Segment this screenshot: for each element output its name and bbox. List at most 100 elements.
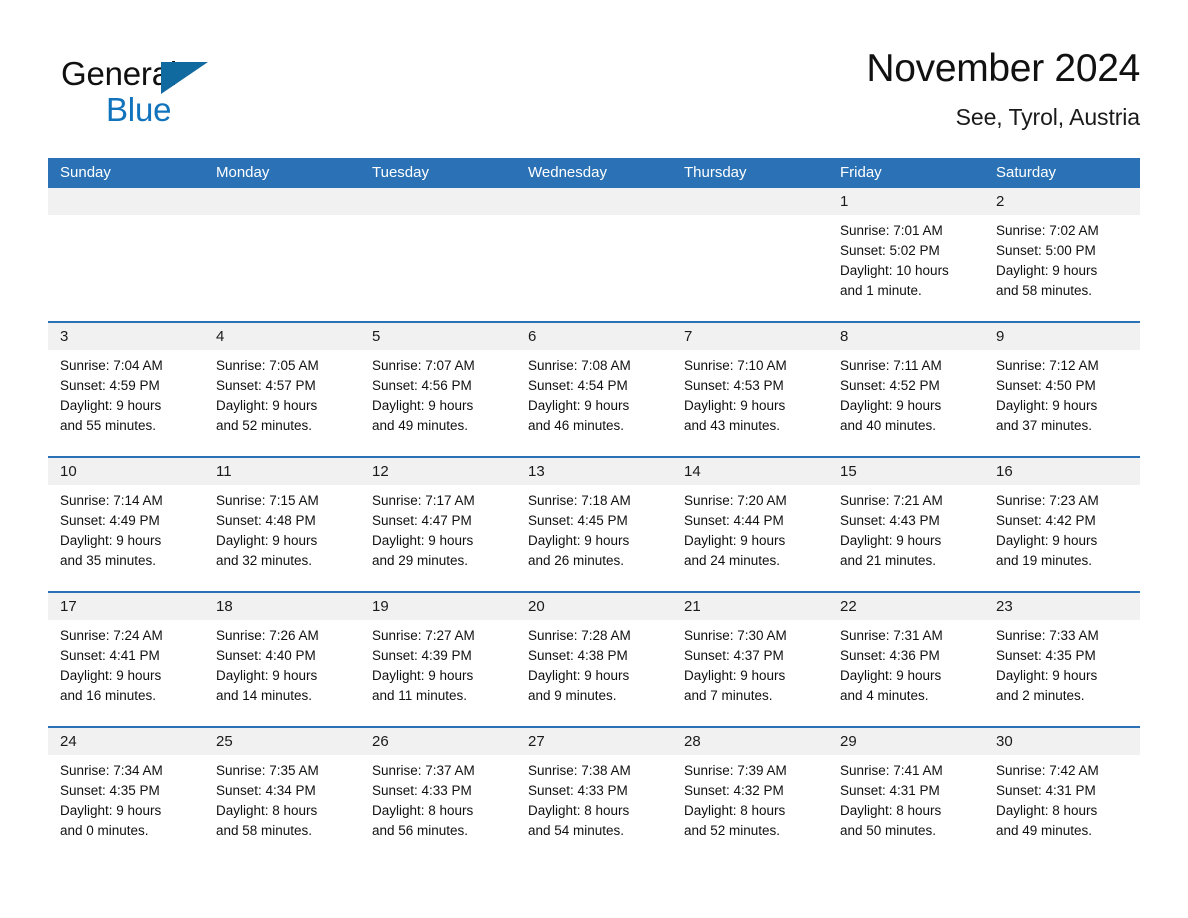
daylight-text-line1: Daylight: 8 hours xyxy=(684,803,786,818)
day-details: Sunrise: 7:35 AM Sunset: 4:34 PM Daylight:… xyxy=(204,755,360,841)
calendar-day-cell[interactable]: 12 Sunrise: 7:17 AM Sunset: 4:47 PM Dayligh… xyxy=(360,458,516,591)
daylight-text-line1: Daylight: 9 hours xyxy=(60,803,162,818)
calendar-day-cell[interactable]: 9 Sunrise: 7:12 AM Sunset: 4:50 PM Daylight… xyxy=(984,323,1140,456)
daylight-text-line2: and 19 minutes. xyxy=(996,553,1093,568)
daylight-text-line1: Daylight: 9 hours xyxy=(60,533,162,548)
sunset-text: Sunset: 4:34 PM xyxy=(216,783,316,798)
day-details: Sunrise: 7:10 AM Sunset: 4:53 PM Daylight:… xyxy=(672,350,828,436)
calendar-week-row: 1 Sunrise: 7:01 AM Sunset: 5:02 PM Daylight… xyxy=(48,188,1140,321)
day-number: 2 xyxy=(984,188,1140,215)
daylight-text-line2: and 46 minutes. xyxy=(528,418,625,433)
sunset-text: Sunset: 4:31 PM xyxy=(840,783,940,798)
day-details: Sunrise: 7:11 AM Sunset: 4:52 PM Daylight:… xyxy=(828,350,984,436)
sunrise-text: Sunrise: 7:18 AM xyxy=(528,493,631,508)
day-number: 8 xyxy=(828,323,984,350)
sunset-text: Sunset: 4:43 PM xyxy=(840,513,940,528)
day-details: Sunrise: 7:14 AM Sunset: 4:49 PM Daylight:… xyxy=(48,485,204,571)
day-details: Sunrise: 7:15 AM Sunset: 4:48 PM Daylight:… xyxy=(204,485,360,571)
daylight-text-line1: Daylight: 9 hours xyxy=(996,668,1098,683)
sunrise-text: Sunrise: 7:23 AM xyxy=(996,493,1099,508)
weekday-header-wednesday: Wednesday xyxy=(528,164,607,181)
sunset-text: Sunset: 4:53 PM xyxy=(684,378,784,393)
daylight-text-line1: Daylight: 9 hours xyxy=(684,668,786,683)
day-details: Sunrise: 7:18 AM Sunset: 4:45 PM Daylight:… xyxy=(516,485,672,571)
calendar-day-cell[interactable]: 3 Sunrise: 7:04 AM Sunset: 4:59 PM Daylight… xyxy=(48,323,204,456)
daylight-text-line1: Daylight: 9 hours xyxy=(528,533,630,548)
sunrise-text: Sunrise: 7:12 AM xyxy=(996,358,1099,373)
daylight-text-line2: and 9 minutes. xyxy=(528,688,617,703)
day-details: Sunrise: 7:39 AM Sunset: 4:32 PM Daylight:… xyxy=(672,755,828,841)
calendar-day-cell[interactable]: 28 Sunrise: 7:39 AM Sunset: 4:32 PM Dayligh… xyxy=(672,728,828,861)
day-number: 1 xyxy=(828,188,984,215)
calendar-day-cell[interactable]: 2 Sunrise: 7:02 AM Sunset: 5:00 PM Daylight… xyxy=(984,188,1140,321)
sunset-text: Sunset: 4:35 PM xyxy=(996,648,1096,663)
sunset-text: Sunset: 4:33 PM xyxy=(528,783,628,798)
calendar-day-cell[interactable]: 13 Sunrise: 7:18 AM Sunset: 4:45 PM Dayligh… xyxy=(516,458,672,591)
calendar-day-cell[interactable]: 21 Sunrise: 7:30 AM Sunset: 4:37 PM Dayligh… xyxy=(672,593,828,726)
day-number xyxy=(204,188,360,215)
calendar-day-cell[interactable]: 30 Sunrise: 7:42 AM Sunset: 4:31 PM Dayligh… xyxy=(984,728,1140,861)
calendar-day-cell[interactable]: 26 Sunrise: 7:37 AM Sunset: 4:33 PM Dayligh… xyxy=(360,728,516,861)
calendar-day-cell[interactable]: 10 Sunrise: 7:14 AM Sunset: 4:49 PM Dayligh… xyxy=(48,458,204,591)
sunrise-text: Sunrise: 7:28 AM xyxy=(528,628,631,643)
daylight-text-line2: and 32 minutes. xyxy=(216,553,313,568)
day-number xyxy=(672,188,828,215)
sunrise-text: Sunrise: 7:31 AM xyxy=(840,628,943,643)
day-number: 28 xyxy=(672,728,828,755)
calendar-day-cell[interactable]: 24 Sunrise: 7:34 AM Sunset: 4:35 PM Dayligh… xyxy=(48,728,204,861)
calendar-day-cell[interactable]: 4 Sunrise: 7:05 AM Sunset: 4:57 PM Daylight… xyxy=(204,323,360,456)
calendar-day-cell[interactable]: 15 Sunrise: 7:21 AM Sunset: 4:43 PM Dayligh… xyxy=(828,458,984,591)
daylight-text-line1: Daylight: 8 hours xyxy=(372,803,474,818)
sunrise-text: Sunrise: 7:14 AM xyxy=(60,493,163,508)
daylight-text-line1: Daylight: 9 hours xyxy=(684,533,786,548)
daylight-text-line1: Daylight: 9 hours xyxy=(372,398,474,413)
calendar-day-cell[interactable]: 6 Sunrise: 7:08 AM Sunset: 4:54 PM Daylight… xyxy=(516,323,672,456)
calendar-day-cell[interactable]: 1 Sunrise: 7:01 AM Sunset: 5:02 PM Daylight… xyxy=(828,188,984,321)
daylight-text-line2: and 0 minutes. xyxy=(60,823,149,838)
calendar-page: General Blue November 2024 See, Tyrol, A… xyxy=(0,0,1188,918)
calendar-day-cell[interactable]: 11 Sunrise: 7:15 AM Sunset: 4:48 PM Dayligh… xyxy=(204,458,360,591)
day-number: 17 xyxy=(48,593,204,620)
calendar-day-cell[interactable]: 19 Sunrise: 7:27 AM Sunset: 4:39 PM Dayligh… xyxy=(360,593,516,726)
sunset-text: Sunset: 4:31 PM xyxy=(996,783,1096,798)
sunset-text: Sunset: 5:02 PM xyxy=(840,243,940,258)
calendar-day-cell[interactable]: 16 Sunrise: 7:23 AM Sunset: 4:42 PM Dayligh… xyxy=(984,458,1140,591)
calendar-day-cell[interactable]: 20 Sunrise: 7:28 AM Sunset: 4:38 PM Dayligh… xyxy=(516,593,672,726)
daylight-text-line2: and 49 minutes. xyxy=(372,418,469,433)
day-number: 9 xyxy=(984,323,1140,350)
weekday-header-sunday: Sunday xyxy=(60,164,111,181)
sunrise-text: Sunrise: 7:01 AM xyxy=(840,223,943,238)
day-number: 3 xyxy=(48,323,204,350)
weekday-header-row: Sunday Monday Tuesday Wednesday Thursday… xyxy=(48,158,1140,188)
calendar-day-cell[interactable]: 7 Sunrise: 7:10 AM Sunset: 4:53 PM Daylight… xyxy=(672,323,828,456)
day-number: 10 xyxy=(48,458,204,485)
calendar-day-cell[interactable]: 14 Sunrise: 7:20 AM Sunset: 4:44 PM Dayligh… xyxy=(672,458,828,591)
sunset-text: Sunset: 4:36 PM xyxy=(840,648,940,663)
calendar-day-cell-empty xyxy=(204,188,360,321)
calendar-day-cell[interactable]: 18 Sunrise: 7:26 AM Sunset: 4:40 PM Dayligh… xyxy=(204,593,360,726)
day-number: 27 xyxy=(516,728,672,755)
calendar-day-cell[interactable]: 5 Sunrise: 7:07 AM Sunset: 4:56 PM Daylight… xyxy=(360,323,516,456)
sunrise-text: Sunrise: 7:37 AM xyxy=(372,763,475,778)
weekday-header-monday: Monday xyxy=(216,164,270,181)
calendar-day-cell[interactable]: 27 Sunrise: 7:38 AM Sunset: 4:33 PM Dayligh… xyxy=(516,728,672,861)
day-number xyxy=(360,188,516,215)
daylight-text-line1: Daylight: 10 hours xyxy=(840,263,949,278)
calendar-day-cell[interactable]: 23 Sunrise: 7:33 AM Sunset: 4:35 PM Dayligh… xyxy=(984,593,1140,726)
day-number: 19 xyxy=(360,593,516,620)
sunset-text: Sunset: 4:45 PM xyxy=(528,513,628,528)
daylight-text-line2: and 37 minutes. xyxy=(996,418,1093,433)
daylight-text-line1: Daylight: 9 hours xyxy=(216,533,318,548)
calendar-day-cell[interactable]: 8 Sunrise: 7:11 AM Sunset: 4:52 PM Daylight… xyxy=(828,323,984,456)
calendar-day-cell-empty xyxy=(516,188,672,321)
sunrise-text: Sunrise: 7:15 AM xyxy=(216,493,319,508)
calendar-day-cell[interactable]: 25 Sunrise: 7:35 AM Sunset: 4:34 PM Dayligh… xyxy=(204,728,360,861)
day-number: 24 xyxy=(48,728,204,755)
calendar-day-cell[interactable]: 29 Sunrise: 7:41 AM Sunset: 4:31 PM Dayligh… xyxy=(828,728,984,861)
day-number: 13 xyxy=(516,458,672,485)
daylight-text-line2: and 40 minutes. xyxy=(840,418,937,433)
generalblue-logo[interactable]: General Blue xyxy=(61,54,251,136)
calendar-day-cell[interactable]: 17 Sunrise: 7:24 AM Sunset: 4:41 PM Dayligh… xyxy=(48,593,204,726)
calendar-day-cell[interactable]: 22 Sunrise: 7:31 AM Sunset: 4:36 PM Dayligh… xyxy=(828,593,984,726)
daylight-text-line1: Daylight: 9 hours xyxy=(372,533,474,548)
